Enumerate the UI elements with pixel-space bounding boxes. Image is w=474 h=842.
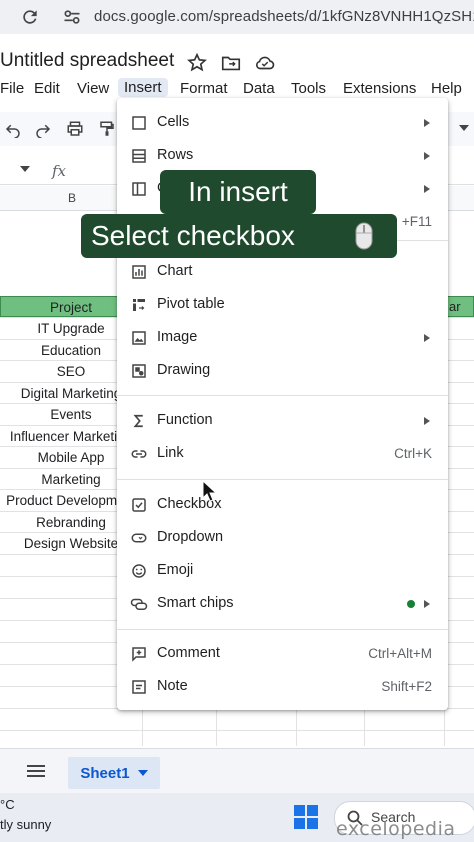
chevron-down-icon[interactable] [137, 770, 148, 776]
chevron-right-icon [424, 600, 430, 608]
drawing-icon [132, 364, 146, 378]
name-box-dropdown-icon[interactable] [20, 166, 30, 172]
sheet-tab-label: Sheet1 [80, 764, 130, 782]
caption-line-1: In insert [160, 170, 316, 214]
refresh-icon[interactable] [20, 7, 40, 27]
menu-bar: File Edit View Insert Format Data Tools … [0, 78, 474, 100]
title-actions [186, 52, 276, 74]
menu-item-checkbox[interactable]: Checkbox [117, 490, 448, 520]
cloud-saved-icon[interactable] [254, 52, 276, 74]
menu-item-smart-chips[interactable]: Smart chips [117, 589, 448, 619]
print-icon[interactable] [66, 120, 84, 138]
menu-item-rows[interactable]: Rows [117, 141, 448, 171]
menu-extensions[interactable]: Extensions [343, 80, 416, 97]
chevron-right-icon [424, 417, 430, 425]
dropdown-icon [131, 533, 147, 543]
header-right[interactable]: ar [444, 296, 474, 317]
comment-icon [132, 647, 146, 662]
checkbox-icon [132, 498, 146, 512]
menu-help[interactable]: Help [431, 80, 462, 97]
all-sheets-menu-icon[interactable] [26, 763, 46, 779]
menu-item-note[interactable]: Note Shift+F2 [117, 672, 448, 702]
watermark: excelopedia [336, 818, 456, 840]
menu-item-image[interactable]: Image [117, 323, 448, 353]
sheet-tab-sheet1[interactable]: Sheet1 [68, 757, 160, 789]
menu-format[interactable]: Format [180, 80, 228, 97]
menu-data[interactable]: Data [243, 80, 275, 97]
weather-desc[interactable]: tly sunny [0, 817, 51, 832]
menu-view[interactable]: View [77, 80, 109, 97]
menu-item-drawing[interactable]: Drawing [117, 356, 448, 386]
star-icon[interactable] [186, 52, 208, 74]
weather-temp[interactable]: °C [0, 797, 15, 812]
smart-chips-icon [130, 598, 148, 610]
link-icon [131, 450, 147, 458]
redo-icon[interactable] [34, 120, 52, 138]
sigma-icon [133, 414, 143, 428]
menu-item-emoji[interactable]: Emoji [117, 556, 448, 586]
note-icon [132, 680, 146, 694]
windows-start-icon[interactable] [294, 805, 318, 829]
menu-tools[interactable]: Tools [291, 80, 326, 97]
menu-insert[interactable]: Insert [118, 78, 168, 97]
menu-item-chart[interactable]: Chart [117, 257, 448, 287]
pivot-table-icon [133, 299, 145, 311]
menu-item-comment[interactable]: Comment Ctrl+Alt+M [117, 639, 448, 669]
caption-line-2-text: Select checkbox [91, 220, 295, 251]
menu-item-pivot-table[interactable]: Pivot table [117, 290, 448, 320]
site-settings-icon[interactable] [62, 7, 82, 27]
doc-title[interactable]: Untitled spreadsheet [0, 50, 174, 72]
new-feature-dot [407, 600, 415, 608]
menu-item-link[interactable]: Link Ctrl+K [117, 439, 448, 469]
menu-item-function[interactable]: Function [117, 406, 448, 436]
url-text[interactable]: docs.google.com/spreadsheets/d/1kfGNz8VN… [94, 8, 474, 25]
chevron-right-icon [424, 185, 430, 193]
image-icon [132, 331, 146, 345]
cells-icon [132, 116, 146, 130]
columns-icon [132, 182, 146, 196]
chart-icon [132, 265, 146, 279]
chevron-right-icon [424, 152, 430, 160]
rows-icon [132, 149, 146, 163]
browser-address-bar: docs.google.com/spreadsheets/d/1kfGNz8VN… [0, 0, 474, 34]
emoji-icon [132, 564, 146, 578]
menu-file[interactable]: File [0, 80, 24, 97]
undo-icon[interactable] [4, 120, 22, 138]
sheet-bar: Sheet1 [0, 748, 474, 793]
caption-line-2: Select checkbox [81, 214, 397, 258]
mouse-cursor-icon [202, 480, 218, 502]
menu-item-cells[interactable]: Cells [117, 108, 448, 138]
column-header-b[interactable]: B [68, 191, 76, 205]
menu-edit[interactable]: Edit [34, 80, 60, 97]
chevron-right-icon [424, 119, 430, 127]
fx-icon: fx [52, 162, 67, 180]
chevron-right-icon [424, 334, 430, 342]
chevron-down-icon[interactable] [458, 122, 470, 134]
move-folder-icon[interactable] [220, 52, 242, 74]
menu-item-dropdown[interactable]: Dropdown [117, 523, 448, 553]
mouse-icon [355, 222, 373, 250]
paint-format-icon[interactable] [98, 120, 116, 138]
